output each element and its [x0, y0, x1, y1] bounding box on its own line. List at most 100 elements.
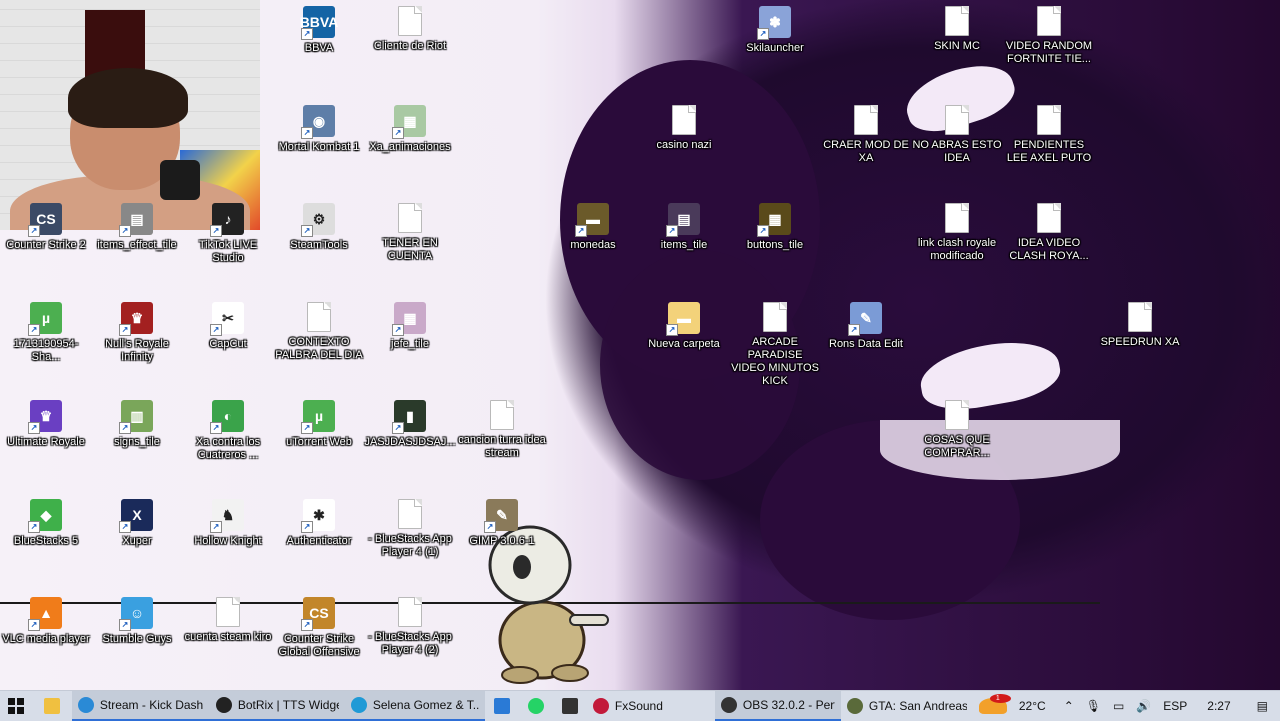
- app-shortcut-icon: ☺ ↗: [119, 597, 153, 631]
- desktop-icon[interactable]: µ ↗ 1713190954-Sha...: [0, 302, 92, 364]
- desktop-icon-label: Xa contra los Cuatreros ...: [195, 436, 261, 461]
- taskbar-app-button[interactable]: OBS 32.0.2 - Perfil: ...: [714, 691, 841, 721]
- desktop-icon[interactable]: ▦ ↗ buttons_tile: [729, 203, 821, 252]
- desktop-icon-label: cancion turra idea stream: [458, 434, 546, 459]
- taskbar-app-button[interactable]: Stream - Kick Dash...: [71, 691, 210, 721]
- desktop-icon[interactable]: ▬ ↗ monedas: [547, 203, 639, 252]
- desktop-icon-label: CRAER MOD DE XA: [823, 139, 909, 164]
- weather-widget[interactable]: 1 22°C: [973, 694, 1058, 714]
- weather-icon: 1: [978, 694, 1011, 714]
- desktop-icon[interactable]: ▤ ↗ items_tile: [638, 203, 730, 252]
- whatsapp-button[interactable]: [519, 691, 553, 721]
- show-hidden-icons-button[interactable]: ⌃: [1058, 699, 1080, 713]
- folder-icon: [43, 698, 60, 714]
- weather-alert-badge: 1: [989, 694, 1011, 703]
- desktop-icon[interactable]: Cliente de Riot: [364, 6, 456, 53]
- shortcut-arrow-icon: ↗: [484, 521, 496, 533]
- desktop-icon-label: NO ABRAS ESTO IDEA: [912, 139, 1002, 164]
- volume-icon[interactable]: 🔊: [1130, 699, 1157, 713]
- mail-button[interactable]: [485, 691, 519, 721]
- desktop-icon[interactable]: NO ABRAS ESTO IDEA: [911, 105, 1003, 165]
- desktop-icon-label: COSAS QUE COMPRAR...: [924, 434, 990, 459]
- desktop-icon[interactable]: CS ↗ Counter Strike Global Offensive: [273, 597, 365, 659]
- taskbar-app-label: GTA: San Andreas: [868, 699, 967, 713]
- desktop-icon[interactable]: CS ↗ Counter Strike 2: [0, 203, 92, 252]
- taskbar-app-button[interactable]: BotRix | TTS Widge...: [209, 691, 345, 721]
- shortcut-arrow-icon: ↗: [757, 225, 769, 237]
- taskbar-app-button[interactable]: FxSound: [587, 691, 715, 721]
- desktop-icon[interactable]: BBVA ↗ BBVA: [273, 6, 365, 55]
- desktop-icon[interactable]: cancion turra idea stream: [456, 400, 548, 460]
- windows-logo-icon: [7, 698, 24, 714]
- desktop-icon[interactable]: link clash royale modificado: [911, 203, 1003, 263]
- language-indicator[interactable]: ESP: [1157, 699, 1193, 713]
- desktop-icon[interactable]: ▥ ↗ signs_tile: [91, 400, 183, 449]
- desktop-icon-label: Hollow Knight: [194, 535, 262, 547]
- desktop-icon[interactable]: ▤ ↗ items_effect_tile: [91, 203, 183, 252]
- desktop-icon[interactable]: X ↗ Xuper: [91, 499, 183, 548]
- desktop-icon[interactable]: ◉ ↗ Mortal Kombat 1: [273, 105, 365, 154]
- desktop-icon[interactable]: PENDIENTES LEE AXEL PUTO: [1003, 105, 1095, 165]
- desktop-icon[interactable]: casino nazi: [638, 105, 730, 152]
- app-shortcut-icon: ✎ ↗: [484, 499, 518, 533]
- desktop-icon[interactable]: ☺ ↗ Stumble Guys: [91, 597, 183, 646]
- app-shortcut-icon: ⚙ ↗: [301, 203, 335, 237]
- desktop-icon[interactable]: ✎ ↗ Rons Data Edit: [820, 302, 912, 351]
- desktop-icon[interactable]: ✎ ↗ GIMP 3.0.6-1: [456, 499, 548, 548]
- desktop-icon[interactable]: CRAER MOD DE XA: [820, 105, 912, 165]
- desktop-icon[interactable]: ▮ ↗ JASJDASJDSAJ...: [364, 400, 456, 449]
- text-document-icon: [945, 105, 969, 135]
- shortcut-arrow-icon: ↗: [119, 619, 131, 631]
- desktop-icon[interactable]: ▦ ↗ jefe_tile: [364, 302, 456, 351]
- desktop-icon[interactable]: - BlueStacks App Player 4 (2): [364, 597, 456, 657]
- desktop-icon[interactable]: COSAS QUE COMPRAR...: [911, 400, 1003, 460]
- taskbar-app-label: BotRix | TTS Widge...: [237, 698, 339, 712]
- desktop-icon[interactable]: ✽ ↗ Skilauncher: [729, 6, 821, 55]
- desktop-icon[interactable]: ARCADE PARADISE VIDEO MINUTOS KICK: [729, 302, 821, 388]
- desktop-icon-label: TENER EN CUENTA: [382, 237, 438, 262]
- app-shortcut-icon: ♪ ↗: [210, 203, 244, 237]
- network-icon[interactable]: ▭: [1107, 699, 1130, 713]
- shortcut-arrow-icon: ↗: [28, 422, 40, 434]
- desktop-icon[interactable]: ♛ ↗ Null's Royale Infinity: [91, 302, 183, 364]
- desktop-icon[interactable]: CONTEXTO PALBRA DEL DIA: [273, 302, 365, 362]
- desktop-icon[interactable]: ♪ ↗ TikTok LIVE Studio: [182, 203, 274, 265]
- desktop-icon[interactable]: ✱ ↗ Authenticator: [273, 499, 365, 548]
- file-explorer-button[interactable]: [32, 691, 72, 721]
- desktop-icon[interactable]: SPEEDRUN XA: [1094, 302, 1186, 349]
- desktop-icon[interactable]: ✂ ↗ CapCut: [182, 302, 274, 351]
- desktop-icon[interactable]: µ ↗ uTorrent Web: [273, 400, 365, 449]
- taskbar-app-button[interactable]: GTA: San Andreas: [841, 691, 973, 721]
- desktop-icon[interactable]: ▲ ↗ VLC media player: [0, 597, 92, 646]
- desktop-icon[interactable]: IDEA VIDEO CLASH ROYA...: [1003, 203, 1095, 263]
- shortcut-arrow-icon: ↗: [301, 28, 313, 40]
- notifications-icon[interactable]: ▤: [1245, 699, 1280, 713]
- desktop-icon-label: SKIN MC: [934, 40, 980, 52]
- desktop-icon[interactable]: ♞ ↗ Hollow Knight: [182, 499, 274, 548]
- taskbar-app-button[interactable]: Selena Gomez & T...: [344, 691, 485, 721]
- desktop-icon[interactable]: ⚙ ↗ SteamTools: [273, 203, 365, 252]
- terminal-button[interactable]: [553, 691, 587, 721]
- shortcut-arrow-icon: ↗: [666, 324, 678, 336]
- desktop-icon[interactable]: ♛ ↗ Ultimate Royale: [0, 400, 92, 449]
- desktop-icon[interactable]: ◐ ↗ Xa contra los Cuatreros ...: [182, 400, 274, 462]
- microphone-icon[interactable]: 🎙: [1080, 699, 1107, 713]
- desktop-icon[interactable]: VIDEO RANDOM FORTNITE TIE...: [1003, 6, 1095, 66]
- shortcut-arrow-icon: ↗: [301, 422, 313, 434]
- desktop-icon-label: Stumble Guys: [102, 633, 172, 645]
- app-shortcut-icon: ▦ ↗: [757, 203, 791, 237]
- taskbar-app-label: Selena Gomez & T...: [372, 698, 479, 712]
- clock[interactable]: 2:27: [1193, 699, 1244, 713]
- desktop-icon-label: Rons Data Edit: [829, 338, 903, 350]
- desktop-icon[interactable]: ◆ ↗ BlueStacks 5: [0, 499, 92, 548]
- desktop-icon[interactable]: ▦ ↗ Xa_animaciones: [364, 105, 456, 154]
- start-button[interactable]: [0, 691, 32, 721]
- desktop-icon[interactable]: - BlueStacks App Player 4 (1): [364, 499, 456, 559]
- text-document-icon: [763, 302, 787, 332]
- desktop-icon[interactable]: TENER EN CUENTA: [364, 203, 456, 263]
- desktop-icon[interactable]: cuenta steam kiro: [182, 597, 274, 644]
- desktop-icon[interactable]: ▬ ↗ Nueva carpeta: [638, 302, 730, 351]
- desktop-icon[interactable]: SKIN MC: [911, 6, 1003, 53]
- app-shortcut-icon: ▬ ↗: [666, 302, 700, 336]
- desktop-icon-label: PENDIENTES LEE AXEL PUTO: [1006, 139, 1092, 164]
